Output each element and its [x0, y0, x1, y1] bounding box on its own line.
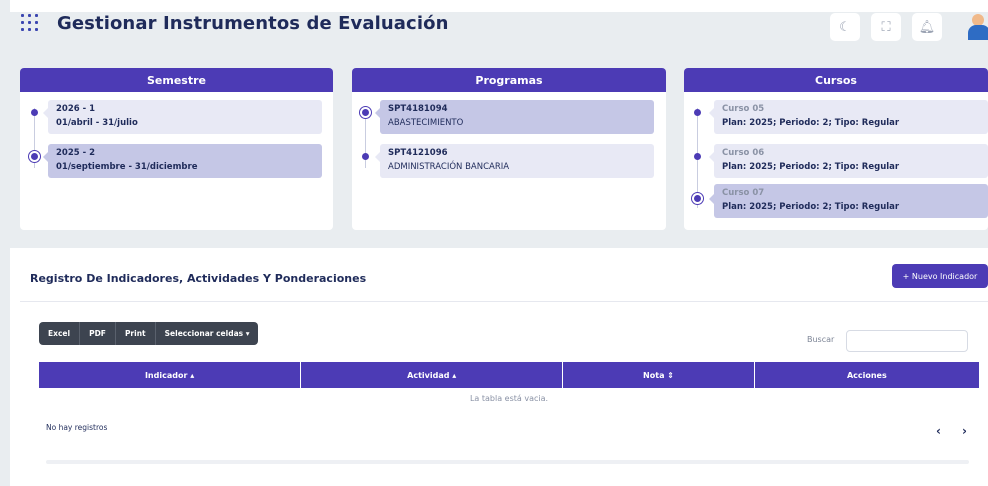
timeline-dot — [694, 153, 701, 160]
curso-detail: Plan: 2025; Periodo: 2; Tipo: Regular — [722, 118, 900, 128]
table-header: Indicador ▴ Actividad ▴ Nota ⇕ Acciones — [39, 362, 979, 388]
bell-icon[interactable]: 🔔︎ — [912, 13, 942, 41]
programa-item-administracion-bancaria[interactable]: SPT4121096 ADMINISTRACIÓN BANCARIA — [380, 144, 654, 178]
column-indicador[interactable]: Indicador ▴ — [39, 362, 302, 388]
registro-panel: Registro De Indicadores, Actividades Y P… — [10, 248, 988, 486]
cursos-card-title: Cursos — [684, 68, 988, 92]
programa-item-abastecimiento[interactable]: SPT4181094 ABASTECIMIENTO — [380, 100, 654, 134]
timeline-dot-selected — [694, 195, 701, 202]
timeline-dot — [694, 109, 701, 116]
divider — [20, 301, 988, 302]
export-button-group: Excel PDF Print Seleccionar celdas ▾ — [39, 322, 259, 345]
column-nota[interactable]: Nota ⇕ — [563, 362, 755, 388]
next-page-button[interactable]: › — [962, 424, 967, 438]
horizontal-scrollbar[interactable] — [46, 460, 969, 464]
column-actividad[interactable]: Actividad ▴ — [301, 362, 564, 388]
prev-page-button[interactable]: ‹ — [936, 424, 941, 438]
semestre-range: 01/septiembre - 31/diciembre — [56, 162, 198, 172]
moon-icon[interactable]: ☾ — [830, 13, 860, 41]
registro-title: Registro De Indicadores, Actividades Y P… — [30, 272, 367, 285]
programa-code: SPT4121096 — [388, 148, 448, 158]
pdf-button[interactable]: PDF — [80, 322, 116, 345]
curso-detail: Plan: 2025; Periodo: 2; Tipo: Regular — [722, 162, 900, 172]
semestre-card-title: Semestre — [20, 68, 333, 92]
curso-name: Curso 07 — [722, 188, 765, 198]
curso-detail: Plan: 2025; Periodo: 2; Tipo: Regular — [722, 202, 900, 212]
programa-name: ABASTECIMIENTO — [388, 118, 464, 128]
apps-grid-icon[interactable] — [21, 14, 39, 32]
programa-code: SPT4181094 — [388, 104, 448, 114]
records-info: No hay registros — [46, 423, 108, 432]
nuevo-indicador-button[interactable]: + Nuevo Indicador — [892, 264, 988, 288]
timeline-dot — [31, 109, 38, 116]
programa-name: ADMINISTRACIÓN BANCARIA — [388, 162, 510, 172]
fullscreen-icon[interactable]: ⛶ — [871, 13, 901, 41]
timeline-dot-selected — [362, 109, 369, 116]
column-acciones: Acciones — [846, 370, 887, 380]
cursos-card: Cursos Curso 05 Plan: 2025; Periodo: 2; … — [684, 68, 988, 230]
semestre-item-2026-1[interactable]: 2026 - 1 01/abril - 31/julio — [48, 100, 322, 134]
curso-name: Curso 05 — [722, 104, 765, 114]
semestre-card: Semestre 2026 - 1 01/abril - 31/julio 20… — [20, 68, 333, 230]
semestre-item-2025-2[interactable]: 2025 - 2 01/septiembre - 31/diciembre — [48, 144, 322, 178]
timeline-dot — [362, 153, 369, 160]
user-avatar[interactable] — [968, 12, 988, 40]
select-cells-dropdown[interactable]: Seleccionar celdas ▾ — [155, 322, 259, 345]
semestre-range: 01/abril - 31/julio — [56, 118, 138, 128]
curso-item-06[interactable]: Curso 06 Plan: 2025; Periodo: 2; Tipo: R… — [714, 144, 988, 178]
excel-button[interactable]: Excel — [39, 322, 81, 345]
search-input[interactable] — [846, 330, 968, 352]
curso-name: Curso 06 — [722, 148, 765, 158]
programas-card-title: Programas — [352, 68, 666, 92]
header-strip — [10, 0, 988, 12]
page-title: Gestionar Instrumentos de Evaluación — [57, 13, 449, 34]
print-button[interactable]: Print — [115, 322, 156, 345]
programas-card: Programas SPT4181094 ABASTECIMIENTO SPT4… — [352, 68, 666, 230]
timeline-dot-selected — [31, 153, 38, 160]
top-header: Gestionar Instrumentos de Evaluación ☾ ⛶… — [0, 0, 988, 50]
search-label: Buscar — [807, 335, 835, 344]
curso-item-07[interactable]: Curso 07 Plan: 2025; Periodo: 2; Tipo: R… — [714, 184, 988, 218]
semestre-code: 2025 - 2 — [56, 148, 96, 158]
semestre-code: 2026 - 1 — [56, 104, 96, 114]
curso-item-05[interactable]: Curso 05 Plan: 2025; Periodo: 2; Tipo: R… — [714, 100, 988, 134]
empty-table-message: La tabla está vacia. — [469, 394, 549, 403]
